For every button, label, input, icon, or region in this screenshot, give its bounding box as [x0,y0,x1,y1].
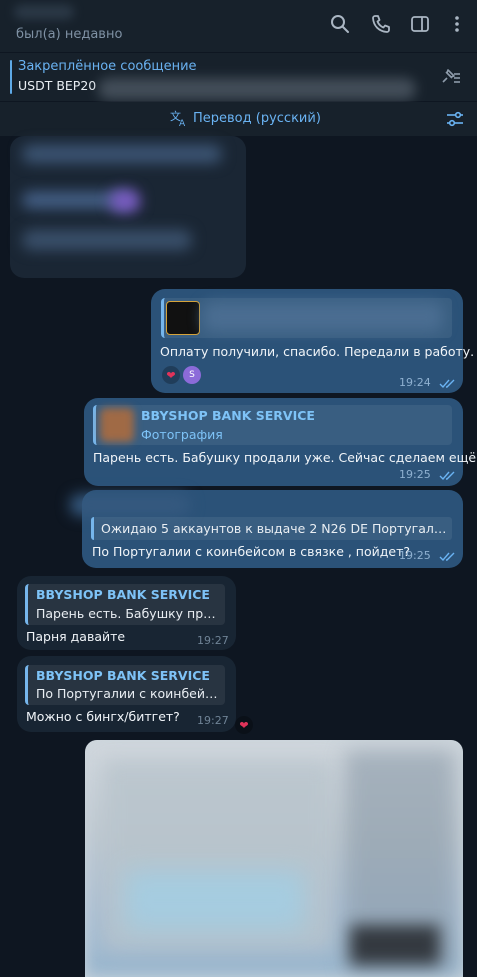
quote-subtitle: Фотография [141,427,223,442]
message-time: 19:24 [399,376,431,389]
pinned-text: USDT BEP20 [18,78,97,93]
quote-title: BBYSHOP BANK SERVICE [36,587,210,602]
quote-text: По Португалии с коинбейсо... [36,686,222,701]
sidebar-toggle-icon[interactable] [409,13,431,35]
pinned-title: Закреплённое сообщение [18,59,197,74]
message-time: 19:27 [197,714,229,727]
message-text: По Португалии с коинбейсом в связке , по… [92,544,411,559]
blurred-photo[interactable] [85,740,463,977]
message-time: 19:27 [197,634,229,647]
settings-sliders-icon[interactable] [445,109,465,129]
blurred-content [22,230,192,250]
quote-thumbnail [100,408,134,442]
message-time: 19:25 [399,468,431,481]
message-time: 19:25 [399,549,431,562]
more-icon[interactable] [446,13,468,35]
heart-reaction-icon[interactable]: ❤ [235,716,253,734]
read-check-icon [439,379,455,389]
message-text: Парня давайте [26,629,126,644]
quote-title: BBYSHOP BANK SERVICE [141,408,315,423]
blurred-content [22,145,222,163]
contact-status: был(а) недавно [16,27,123,42]
quote-text: Парень есть. Бабушку прод... [36,606,222,621]
photo-content [350,925,440,965]
reaction-avatar: S [183,366,201,384]
blurred-content [110,190,140,212]
message-text: Можно с бингх/битгет? [26,709,180,724]
sender-blurred [70,494,190,516]
quote-title: BBYSHOP BANK SERVICE [36,668,210,683]
read-check-icon [439,471,455,481]
translate-label[interactable]: Перевод (русский) [193,111,321,126]
pinned-text-blurred [98,78,416,100]
translate-icon: 文A [170,109,188,129]
quote-text: Ожидаю 5 аккаунтов к выдаче 2 N26 DE Пор… [101,521,447,536]
message-text: Оплату получили, спасибо. Передали в раб… [160,344,475,359]
unpin-list-icon[interactable] [440,66,462,88]
photo-content [125,870,305,930]
read-check-icon [439,552,455,562]
phone-icon[interactable] [370,13,392,35]
contact-name-blurred[interactable] [14,5,74,19]
pinned-indicator [10,60,12,94]
message-text: Парень есть. Бабушку продали уже. Сейчас… [93,450,477,465]
quote-blurred [203,302,443,332]
quote-thumbnail [166,301,200,335]
search-icon[interactable] [329,13,351,35]
svg-text:A: A [179,119,186,127]
heart-reaction-icon[interactable]: ❤ [162,366,180,384]
